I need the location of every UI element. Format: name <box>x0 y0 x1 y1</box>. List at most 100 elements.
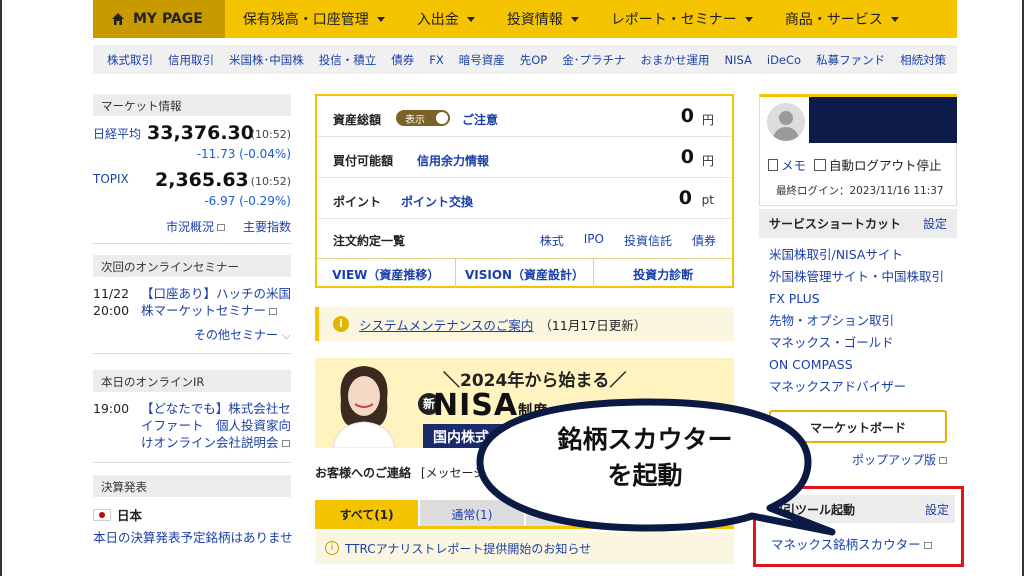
memo-row: メモ 自動ログアウト停止 <box>768 155 942 174</box>
memo-link[interactable]: メモ <box>781 155 806 174</box>
trading-tools-title: 取引ツール起動 <box>771 502 856 517</box>
tab-underline <box>315 526 734 529</box>
seminar-title-link[interactable]: 【口座あり】ハッチの米国株マーケットセミナー <box>141 285 291 319</box>
nav-mypage[interactable]: MY PAGE <box>93 0 225 38</box>
index-row-topix: TOPIX 2,365.63 (10:52) -6.97 (-0.29%) <box>93 169 291 216</box>
subnav-stock[interactable]: 株式取引 <box>107 52 153 68</box>
subnav-us-china[interactable]: 米国株･中国株 <box>229 52 304 68</box>
subnav-gold[interactable]: 金･プラチナ <box>562 52 625 68</box>
trading-tools-settings-link[interactable]: 設定 <box>925 501 949 518</box>
nav-reports-label: レポート・セミナー <box>610 12 737 28</box>
shortcut-item[interactable]: 先物・オプション取引 <box>769 310 957 332</box>
subnav-bonds[interactable]: 債券 <box>391 52 414 68</box>
nisa-sub-text: 制度 <box>518 403 549 419</box>
orders-ipo-link[interactable]: IPO <box>584 232 604 249</box>
nav-products-label: 商品・サービス <box>784 12 883 28</box>
home-icon <box>112 13 124 25</box>
tab-all[interactable]: すべて(1) <box>315 500 419 526</box>
tab-important[interactable]: 重要(0) <box>525 500 629 526</box>
market-info-header: マーケット情報 <box>93 94 291 116</box>
index-value: 2,365.63 <box>155 169 249 191</box>
diagnosis-button[interactable]: 投資力診断 <box>594 259 732 288</box>
tab-other[interactable] <box>630 500 734 526</box>
order-list-row: 注文約定一覧 株式 IPO 投資信託 債券 <box>317 219 732 256</box>
subnav-robo[interactable]: おまかせ運用 <box>641 52 710 68</box>
orders-bond-link[interactable]: 債券 <box>692 232 716 249</box>
subnav-margin[interactable]: 信用取引 <box>168 52 214 68</box>
index-name-link[interactable]: 日経平均 <box>93 125 141 142</box>
subnav-futures[interactable]: 先OP <box>520 52 548 68</box>
nav-mypage-label: MY PAGE <box>133 11 203 27</box>
frame-left <box>0 0 2 576</box>
nav-products[interactable]: 商品・サービス <box>785 0 899 38</box>
news-item[interactable]: i TTRCアナリストレポート提供開始のお知らせ <box>315 532 734 564</box>
earnings-country-label: 日本 <box>117 508 143 523</box>
caret-down-icon <box>466 16 475 22</box>
seminar-item: 11/22 20:00 【口座あり】ハッチの米国株マーケットセミナー <box>93 285 291 319</box>
index-name-link[interactable]: TOPIX <box>93 172 129 186</box>
tab-normal[interactable]: 通常(1) <box>420 500 524 526</box>
market-summary-link[interactable]: 市況概況 <box>166 218 225 235</box>
show-assets-toggle[interactable]: 表示 <box>396 110 450 126</box>
more-seminars-link[interactable]: その他セミナー ⌵ <box>93 319 291 354</box>
shortcut-item[interactable]: マネックスアドバイザー <box>769 376 957 398</box>
checkbox-icon <box>814 158 827 171</box>
market-links: 市況概況 主要指数 <box>93 216 291 244</box>
external-window-icon <box>216 224 225 231</box>
subnav-crypto[interactable]: 暗号資産 <box>459 52 505 68</box>
market-board-button[interactable]: マーケットボード <box>769 410 947 443</box>
index-row-nikkei: 日経平均 33,376.30 (10:52) -11.73 (-0.04%) <box>93 122 291 169</box>
ir-title-link[interactable]: 【どなたでも】株式会社セイファート 個人投資家向けオンライン会社説明会 <box>141 400 291 451</box>
subnav-fx[interactable]: FX <box>429 53 444 67</box>
maintenance-link[interactable]: システムメンテナンスのご案内 <box>359 315 533 334</box>
online-ir-header: 本日のオンラインIR <box>93 370 291 392</box>
japan-flag-icon <box>93 508 111 521</box>
chevron-down-icon: ⌵ <box>281 328 291 342</box>
subnav-ideco[interactable]: iDeCo <box>767 53 801 67</box>
shortcuts-title: サービスショートカット <box>769 217 902 231</box>
view-button[interactable]: VIEW（資産推移） <box>317 259 456 288</box>
nav-reports[interactable]: レポート・セミナー <box>611 0 753 38</box>
shortcut-item[interactable]: 外国株管理サイト・中国株取引 <box>769 266 957 288</box>
toggle-label: 表示 <box>405 115 425 126</box>
index-change: -6.97 (-0.29%) <box>204 194 291 208</box>
orders-fund-link[interactable]: 投資信託 <box>624 232 672 249</box>
total-assets-unit: 円 <box>701 113 714 127</box>
shortcut-item[interactable]: ON COMPASS <box>769 354 957 376</box>
woman-photo <box>327 360 401 448</box>
nav-invest-info[interactable]: 投資情報 <box>507 0 579 38</box>
earnings-header: 決算発表 <box>93 475 291 497</box>
nav-deposit[interactable]: 入出金 <box>417 0 475 38</box>
stock-scouter-link[interactable]: マネックス銘柄スカウター <box>771 534 932 553</box>
subnav-private-fund[interactable]: 私募ファンド <box>816 52 885 68</box>
shortcut-item[interactable]: 米国株取引/NISAサイト <box>769 244 957 266</box>
callout-line2: を起動 <box>607 461 683 490</box>
vision-button[interactable]: VISION（資産設計） <box>456 259 595 288</box>
toggle-knob <box>436 112 448 124</box>
nav-holdings[interactable]: 保有残高・口座管理 <box>243 0 385 38</box>
earnings-text[interactable]: 本日の決算発表予定銘柄はありませ <box>93 527 293 546</box>
caret-down-icon <box>890 16 899 22</box>
ir-title-text: 【どなたでも】株式会社セイファート 個人投資家向けオンライン会社説明会 <box>141 401 292 450</box>
subnav-inheritance[interactable]: 相続対策 <box>900 52 946 68</box>
news-text: TTRCアナリストレポート提供開始のお知らせ <box>345 541 592 556</box>
orders-stock-link[interactable]: 株式 <box>540 232 564 249</box>
subnav-funds[interactable]: 投信・積立 <box>319 52 377 68</box>
info-icon: i <box>325 541 339 555</box>
auto-logout-checkbox[interactable]: 自動ログアウト停止 <box>814 155 942 174</box>
points-exchange-link[interactable]: ポイント交換 <box>401 193 473 210</box>
subnav-nisa[interactable]: NISA <box>725 53 752 67</box>
major-indices-link[interactable]: 主要指数 <box>243 218 291 235</box>
shortcut-item[interactable]: マネックス・ゴールド <box>769 332 957 354</box>
margin-info-link[interactable]: 信用余力情報 <box>417 152 489 169</box>
index-time: (10:52) <box>250 175 291 188</box>
maintenance-notice: i システムメンテナンスのご案内 （11月17日更新） <box>315 307 734 341</box>
points-value: 0 <box>678 187 692 209</box>
last-login: 最終ログイン：2023/11/16 11:37 <box>776 185 944 197</box>
buying-power-unit: 円 <box>701 154 714 168</box>
popup-version-link[interactable]: ポップアップ版 <box>759 443 957 473</box>
caution-link[interactable]: ご注意 <box>462 111 498 128</box>
shortcut-item[interactable]: FX PLUS <box>769 288 957 310</box>
shortcuts-settings-link[interactable]: 設定 <box>923 215 947 232</box>
index-value: 33,376.30 <box>147 122 254 144</box>
